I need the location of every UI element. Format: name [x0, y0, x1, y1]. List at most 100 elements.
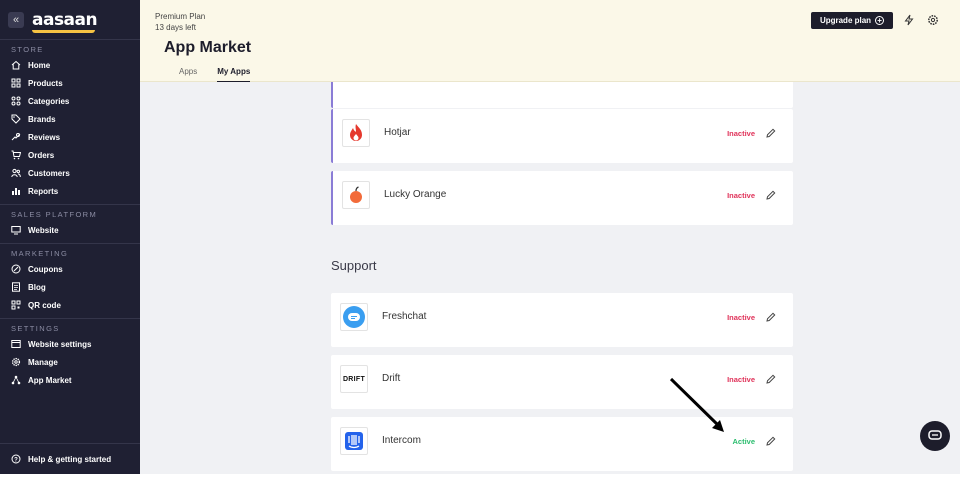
- brand-bar: « aasaan: [0, 0, 140, 40]
- tab-apps[interactable]: Apps: [179, 67, 197, 82]
- sidebar-item-label: Reports: [28, 186, 59, 196]
- sidebar-item-website-settings[interactable]: Website settings: [0, 335, 140, 353]
- sidebar-item-coupons[interactable]: Coupons: [0, 260, 140, 278]
- users-icon: [11, 168, 21, 178]
- main-content: Hotjar Inactive Lucky Orange Inactive Su…: [140, 82, 960, 474]
- drift-logo-icon: DRIFT: [340, 365, 368, 393]
- reviews-icon: [11, 132, 21, 142]
- app-name: Freshchat: [382, 311, 427, 322]
- app-card-freshchat: Freshchat Inactive: [331, 293, 793, 347]
- lightning-icon[interactable]: [903, 14, 915, 26]
- sidebar-item-brands[interactable]: Brands: [0, 110, 140, 128]
- sidebar-item-customers[interactable]: Customers: [0, 164, 140, 182]
- status-badge: Inactive: [727, 375, 755, 384]
- lucky-orange-logo-icon: [342, 181, 370, 209]
- chat-icon: [928, 430, 942, 440]
- sidebar-item-app-market[interactable]: App Market: [0, 371, 140, 389]
- sidebar-item-qr-code[interactable]: QR code: [0, 296, 140, 314]
- status-badge: Active: [732, 437, 755, 446]
- cart-icon: [11, 150, 21, 160]
- plan-days-left: 13 days left: [155, 23, 196, 32]
- plus-circle-icon: +: [875, 16, 885, 25]
- status-badge: Inactive: [727, 313, 755, 322]
- sidebar-item-label: App Market: [28, 375, 72, 385]
- sidebar-item-label: Coupons: [28, 264, 63, 274]
- sidebar-item-label: Blog: [28, 282, 46, 292]
- logo[interactable]: aasaan: [32, 9, 98, 33]
- app-card-lucky-orange: Lucky Orange Inactive: [331, 171, 793, 225]
- products-icon: [11, 78, 21, 88]
- home-icon: [11, 60, 21, 70]
- section-title-store: STORE: [11, 45, 44, 54]
- help-icon: ?: [11, 454, 21, 464]
- app-name: Drift: [382, 373, 401, 384]
- edit-pencil-icon[interactable]: [765, 435, 777, 447]
- section-heading-support: Support: [331, 258, 377, 273]
- section-title-sales-platform: SALES PLATFORM: [11, 210, 98, 219]
- coupon-icon: [11, 264, 21, 274]
- sidebar-item-label: Customers: [28, 168, 70, 178]
- edit-pencil-icon[interactable]: [765, 373, 777, 385]
- sidebar-item-label: Categories: [28, 96, 70, 106]
- page-header: Premium Plan 13 days left App Market App…: [140, 0, 960, 82]
- sidebar-item-label: Orders: [28, 150, 55, 160]
- document-icon: [11, 282, 21, 292]
- sidebar-item-label: Brands: [28, 114, 56, 124]
- page-title: App Market: [164, 39, 252, 56]
- tab-my-apps[interactable]: My Apps: [217, 67, 251, 82]
- sidebar-item-label: Reviews: [28, 132, 61, 142]
- browser-settings-icon: [11, 339, 21, 349]
- svg-text:?: ?: [14, 457, 18, 463]
- intercom-logo-icon: [340, 427, 368, 455]
- tag-icon: [11, 114, 21, 124]
- monitor-icon: [11, 225, 21, 235]
- collapse-sidebar-icon[interactable]: «: [8, 11, 24, 28]
- status-badge: Inactive: [727, 129, 755, 138]
- sidebar-item-label: Website: [28, 225, 59, 235]
- app-name: Hotjar: [384, 127, 411, 138]
- sidebar-item-website[interactable]: Website: [0, 221, 140, 239]
- sidebar-item-products[interactable]: Products: [0, 74, 140, 92]
- plan-info: Premium Plan 13 days left: [155, 11, 205, 33]
- sidebar-item-label: QR code: [28, 300, 61, 310]
- settings-gear-icon[interactable]: [927, 14, 939, 26]
- upgrade-plan-button[interactable]: Upgrade plan +: [811, 12, 893, 29]
- sidebar-item-label: Products: [28, 78, 63, 88]
- upgrade-plan-label: Upgrade plan: [819, 16, 872, 25]
- app-card-partial: [331, 82, 793, 108]
- sidebar-item-home[interactable]: Home: [0, 56, 140, 74]
- sidebar: « aasaan STORE Home Products Categories …: [0, 0, 140, 474]
- bar-chart-icon: [11, 186, 21, 196]
- gear-icon: [11, 357, 21, 367]
- logo-text: aasaan: [32, 9, 98, 30]
- sidebar-item-categories[interactable]: Categories: [0, 92, 140, 110]
- freshchat-logo-icon: [340, 303, 368, 331]
- section-title-settings: SETTINGS: [11, 324, 60, 333]
- apps-icon: [11, 375, 21, 385]
- annotation-arrow-icon: [669, 377, 724, 432]
- tab-bar: Apps My Apps: [179, 67, 251, 82]
- sidebar-item-label: Manage: [28, 357, 58, 367]
- section-title-marketing: MARKETING: [11, 249, 69, 258]
- drift-logo-text: DRIFT: [342, 375, 366, 383]
- edit-pencil-icon[interactable]: [765, 189, 777, 201]
- app-name: Intercom: [382, 435, 421, 446]
- hotjar-logo-icon: [342, 119, 370, 147]
- edit-pencil-icon[interactable]: [765, 311, 777, 323]
- edit-pencil-icon[interactable]: [765, 127, 777, 139]
- plan-name: Premium Plan: [155, 12, 206, 21]
- help-label: Help & getting started: [28, 454, 112, 464]
- sidebar-item-reports[interactable]: Reports: [0, 182, 140, 200]
- chat-widget-button[interactable]: [920, 421, 950, 451]
- sidebar-item-reviews[interactable]: Reviews: [0, 128, 140, 146]
- sidebar-item-manage[interactable]: Manage: [0, 353, 140, 371]
- app-card-hotjar: Hotjar Inactive: [331, 109, 793, 163]
- help-link[interactable]: ? Help & getting started: [0, 443, 140, 474]
- qr-code-icon: [11, 300, 21, 310]
- sidebar-item-label: Home: [28, 60, 51, 70]
- app-name: Lucky Orange: [384, 189, 447, 200]
- sidebar-item-label: Website settings: [28, 339, 92, 349]
- sidebar-item-blog[interactable]: Blog: [0, 278, 140, 296]
- status-badge: Inactive: [727, 191, 755, 200]
- sidebar-item-orders[interactable]: Orders: [0, 146, 140, 164]
